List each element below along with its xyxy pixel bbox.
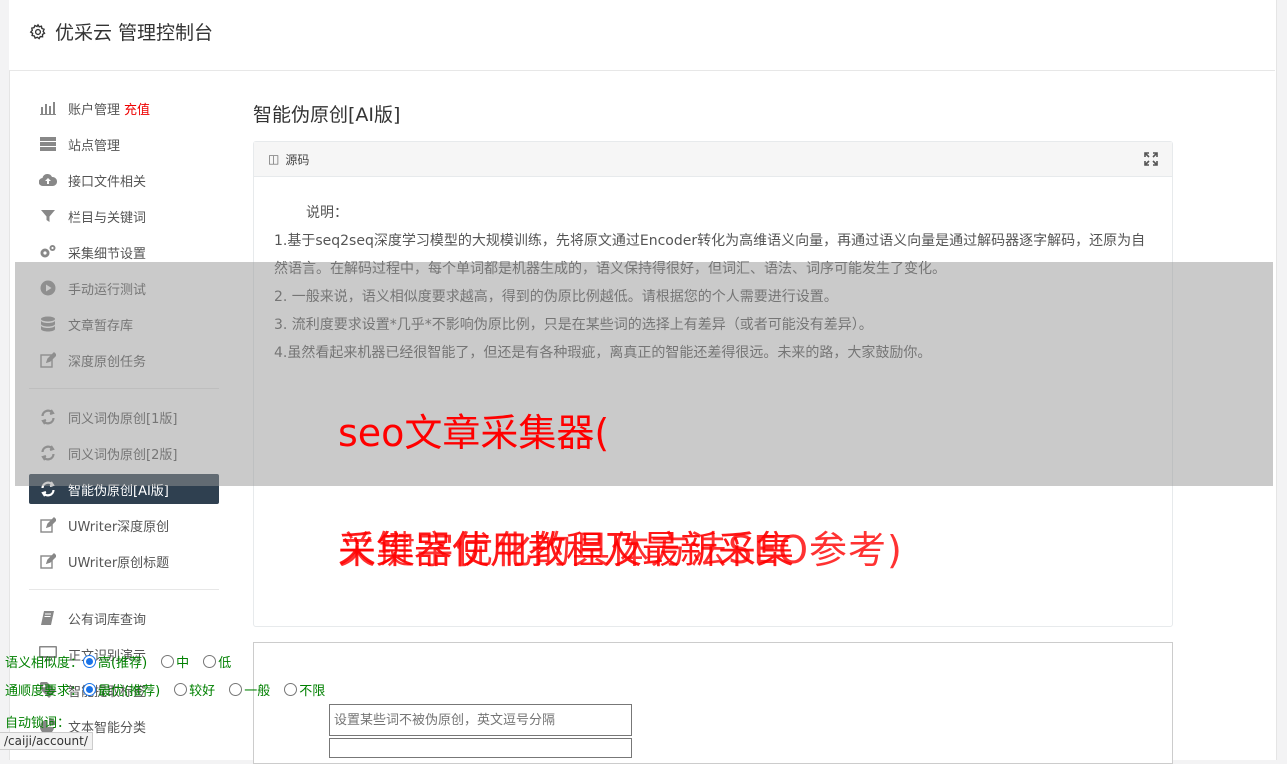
fluency-best-radio[interactable]: 最优(推荐) xyxy=(83,680,160,699)
bar-chart-icon xyxy=(39,99,57,117)
cloud-upload-icon xyxy=(39,171,57,189)
radio-label: 低 xyxy=(218,656,232,671)
radio-label: 高(推荐) xyxy=(98,656,148,671)
radio-circle xyxy=(161,655,175,668)
status-bar-url: /caiji/account/ xyxy=(0,732,93,750)
fluency-normal-radio[interactable]: 一般 xyxy=(229,680,270,699)
book-icon xyxy=(39,609,57,627)
fluency-any-radio[interactable]: 不限 xyxy=(284,680,325,699)
gray-overlay-banner xyxy=(15,262,1273,486)
sidebar-item-label: UWriter深度原创 xyxy=(68,519,170,535)
sidebar-divider xyxy=(29,589,219,590)
radio-circle xyxy=(203,655,217,668)
radio-label: 一般 xyxy=(244,684,271,699)
gear-icon xyxy=(29,23,46,40)
content-textarea[interactable] xyxy=(329,738,632,758)
lock-words-row: 自动锁词： xyxy=(5,712,70,731)
similarity-label: 语义相似度： xyxy=(5,656,84,671)
gears-icon xyxy=(39,243,57,261)
panel-header: ◫ 源码 xyxy=(254,142,1172,177)
fluency-good-radio[interactable]: 较好 xyxy=(174,680,215,699)
radio-label: 最优(推荐) xyxy=(98,684,161,699)
fluency-label: 通顺度要求： xyxy=(5,684,84,699)
radio-circle xyxy=(284,683,298,696)
radio-circle xyxy=(229,683,243,696)
description-heading: 说明： xyxy=(306,205,348,221)
similarity-row: 语义相似度： 高(推荐) 中 低 xyxy=(5,652,245,671)
sidebar-item-label: 站点管理 xyxy=(68,138,121,154)
fullscreen-icon[interactable] xyxy=(1144,152,1158,166)
sidebar-item-group1-0[interactable]: 账户管理 充值 xyxy=(29,90,219,126)
sidebar-item-label: 账户管理 xyxy=(68,102,121,118)
filter-icon xyxy=(39,207,57,225)
top-header: 优采云 管理控制台 xyxy=(9,0,1275,71)
sidebar-item-label: UWriter原创标题 xyxy=(68,555,170,571)
sidebar-item-group1-2[interactable]: 接口文件相关 xyxy=(29,162,219,198)
sidebar-item-group2-3[interactable]: UWriter深度原创 xyxy=(29,507,219,543)
similarity-medium-radio[interactable]: 中 xyxy=(161,652,189,671)
lock-words-input[interactable] xyxy=(329,704,632,736)
overlay-headline-layer-b: 关键字优化的具体方法SEO参考) xyxy=(338,528,903,572)
page-title: 智能伪原创[AI版] xyxy=(253,104,401,126)
app-title: 优采云 管理控制台 xyxy=(29,18,213,45)
similarity-high-radio[interactable]: 高(推荐) xyxy=(83,652,147,671)
panel-header-label: 源码 xyxy=(285,152,310,167)
radio-label: 中 xyxy=(176,656,190,671)
sidebar-item-label: 接口文件相关 xyxy=(68,174,147,190)
file-code-icon: ◫ xyxy=(268,152,280,166)
radio-label: 不限 xyxy=(299,684,326,699)
similarity-low-radio[interactable]: 低 xyxy=(203,652,231,671)
server-icon xyxy=(39,135,57,153)
sidebar-item-label: 采集细节设置 xyxy=(68,246,147,262)
radio-circle xyxy=(83,655,97,668)
edit-icon xyxy=(39,552,57,570)
overlay-headline: seo文章采集器( xyxy=(338,411,610,455)
sidebar-item-group1-3[interactable]: 栏目与关键词 xyxy=(29,198,219,234)
recharge-link[interactable]: 充值 xyxy=(124,99,150,118)
sidebar-item-group2-4[interactable]: UWriter原创标题 xyxy=(29,543,219,579)
sidebar-item-label: 公有词库查询 xyxy=(68,612,147,628)
sidebar-item-group1-1[interactable]: 站点管理 xyxy=(29,126,219,162)
radio-label: 较好 xyxy=(189,684,216,699)
sidebar-item-group3-0[interactable]: 公有词库查询 xyxy=(29,600,219,636)
app-title-text: 优采云 管理控制台 xyxy=(55,22,214,44)
fluency-row: 通顺度要求： 最优(推荐) 较好 一般 不限 xyxy=(5,680,339,699)
radio-circle xyxy=(174,683,188,696)
lock-words-label: 自动锁词： xyxy=(5,716,71,731)
sidebar-item-label: 栏目与关键词 xyxy=(68,210,147,226)
radio-circle xyxy=(83,683,97,696)
edit-icon xyxy=(39,516,57,534)
